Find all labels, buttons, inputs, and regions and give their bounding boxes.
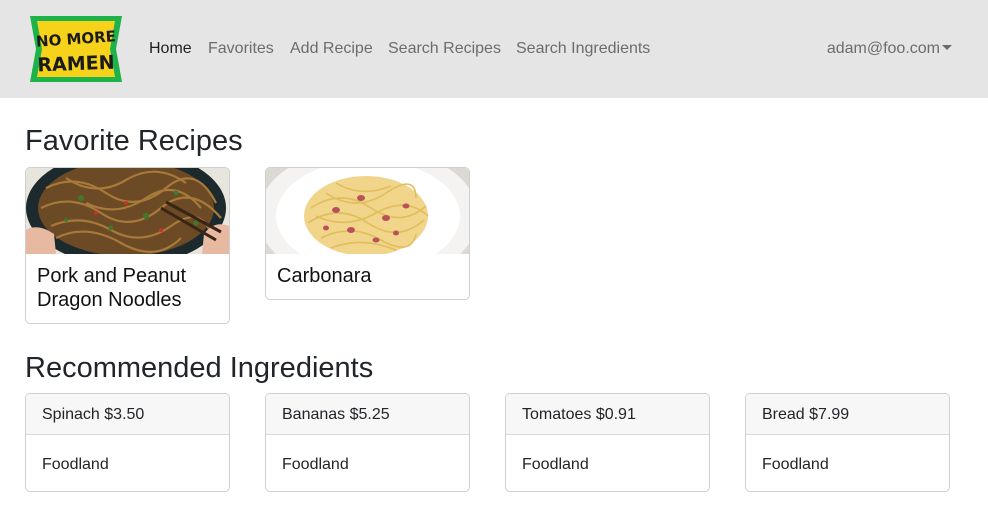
navbar: NO MORE RAMEN Home Favorites Add Recipe …: [0, 0, 988, 98]
noodles-photo: [26, 168, 229, 254]
recommended-ingredients-title: Recommended Ingredients: [25, 352, 374, 384]
no-more-ramen-logo[interactable]: NO MORE RAMEN: [28, 14, 124, 84]
svg-text:RAMEN: RAMEN: [37, 52, 115, 77]
ingredient-card[interactable]: Bananas $5.25 Foodland: [265, 393, 470, 492]
ingredient-store: Foodland: [762, 456, 829, 473]
recipe-title: Carbonara: [277, 265, 372, 287]
ingredient-store: Foodland: [282, 456, 349, 473]
ingredient-card[interactable]: Spinach $3.50 Foodland: [25, 393, 230, 492]
favorite-recipes-title: Favorite Recipes: [25, 125, 243, 157]
recipe-card[interactable]: Pork and Peanut Dragon Noodles: [25, 167, 230, 324]
nav-favorites[interactable]: Favorites: [208, 39, 274, 59]
ingredient-store: Foodland: [42, 456, 109, 473]
ingredient-card[interactable]: Bread $7.99 Foodland: [745, 393, 950, 492]
ingredient-store: Foodland: [522, 456, 589, 473]
nav-home[interactable]: Home: [149, 39, 192, 59]
ingredient-header: Bananas $5.25: [266, 394, 469, 435]
nav-add-recipe[interactable]: Add Recipe: [290, 39, 373, 59]
ingredient-header: Tomatoes $0.91: [506, 394, 709, 435]
user-email: adam@foo.com: [826, 40, 940, 57]
ingredient-header: Bread $7.99: [746, 394, 949, 435]
user-dropdown[interactable]: adam@foo.com: [827, 39, 952, 59]
recipe-card[interactable]: Carbonara: [265, 167, 470, 300]
caret-down-icon: [942, 45, 952, 50]
recipe-title: Pork and Peanut Dragon Noodles: [37, 265, 186, 311]
ingredient-header: Spinach $3.50: [26, 394, 229, 435]
carbonara-photo: [266, 168, 469, 254]
ingredient-card[interactable]: Tomatoes $0.91 Foodland: [505, 393, 710, 492]
nav-search-ingredients[interactable]: Search Ingredients: [516, 39, 650, 59]
nav-search-recipes[interactable]: Search Recipes: [388, 39, 501, 59]
